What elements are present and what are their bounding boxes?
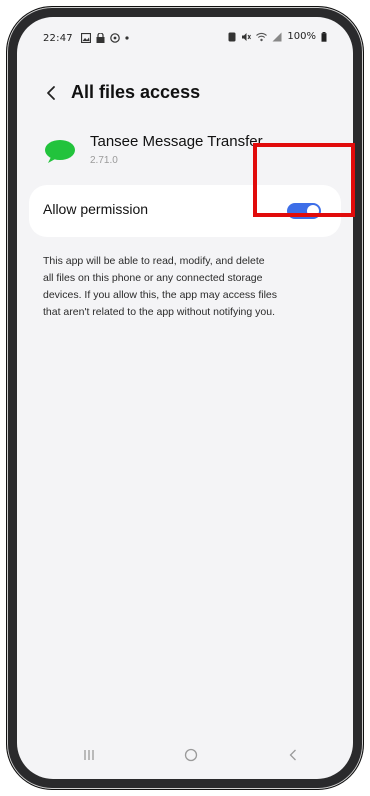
back-button[interactable] bbox=[39, 81, 63, 105]
dot-icon bbox=[125, 36, 129, 40]
image-icon bbox=[81, 33, 91, 43]
page-title: All files access bbox=[71, 82, 201, 102]
app-version: 2.71.0 bbox=[90, 155, 118, 166]
phone-frame: 22:47 100% All files access Tansee Messa… bbox=[6, 6, 364, 790]
chat-icon bbox=[110, 33, 120, 43]
green-chat-bubble-icon bbox=[45, 140, 75, 163]
status-right: 100% bbox=[228, 31, 327, 42]
description-line: This app will be able to read, modify, a… bbox=[43, 255, 265, 267]
description-line: all files on this phone or any connected… bbox=[43, 272, 263, 284]
battery-text: 100% bbox=[287, 31, 316, 42]
navigation-bar bbox=[17, 731, 353, 779]
home-icon bbox=[184, 748, 198, 762]
highlight-box bbox=[253, 143, 355, 217]
status-left-icons bbox=[81, 31, 129, 45]
screen: 22:47 100% All files access Tansee Messa… bbox=[17, 17, 353, 779]
home-button[interactable] bbox=[177, 743, 205, 767]
status-bar: 22:47 100% bbox=[17, 17, 353, 61]
permission-label: Allow permission bbox=[43, 201, 149, 217]
chevron-left-icon bbox=[47, 86, 55, 100]
nfc-icon bbox=[228, 32, 236, 41]
recents-button[interactable] bbox=[75, 743, 103, 767]
description-line: devices. If you allow this, the app may … bbox=[43, 289, 278, 301]
recents-icon bbox=[84, 750, 94, 760]
lock-icon bbox=[96, 33, 105, 43]
battery-icon bbox=[321, 31, 327, 42]
permission-description: This app will be able to read, modify, a… bbox=[43, 253, 353, 321]
app-name: Tansee Message Transfer bbox=[90, 133, 263, 150]
mute-icon bbox=[242, 32, 252, 41]
nav-back-button[interactable] bbox=[279, 743, 307, 767]
signal-icon bbox=[272, 32, 282, 41]
header: All files access bbox=[17, 77, 353, 109]
status-time: 22:47 bbox=[43, 33, 73, 44]
wifi-icon bbox=[256, 32, 268, 41]
back-icon bbox=[289, 749, 296, 761]
description-line: that aren't related to the app without n… bbox=[43, 306, 275, 318]
